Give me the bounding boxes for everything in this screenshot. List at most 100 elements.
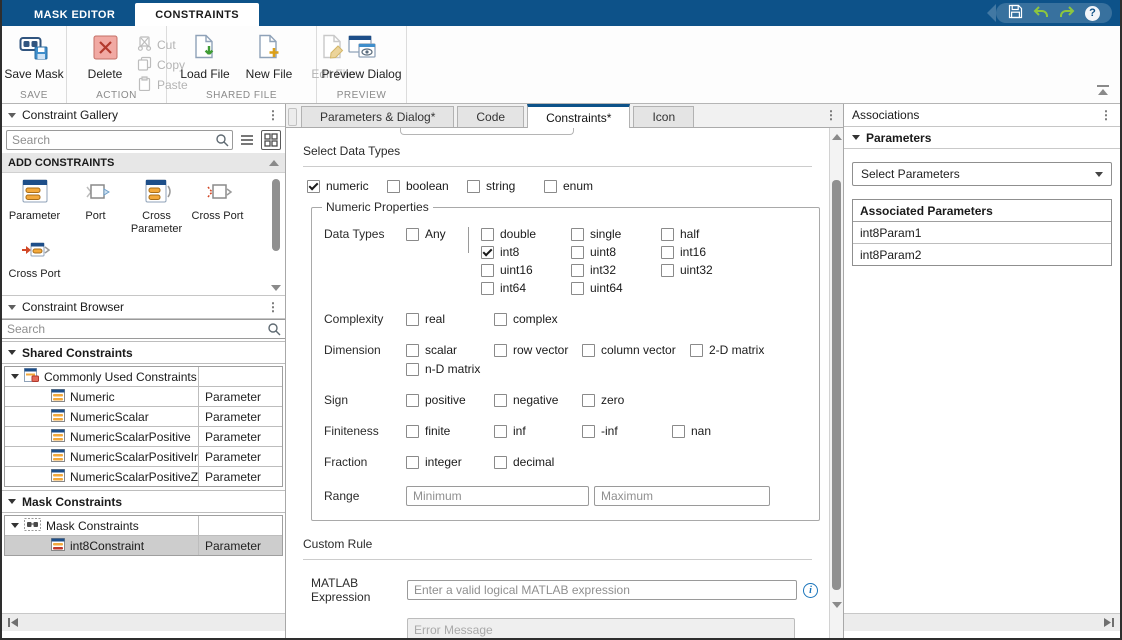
checkbox-row-vector[interactable]: row vector	[494, 343, 582, 357]
parameters-section-header[interactable]: Parameters	[844, 127, 1120, 149]
tree-row-numericscalarpositiveinteger[interactable]: NumericScalarPositiveInteger Parameter	[5, 447, 282, 467]
checkbox-negative[interactable]: negative	[494, 393, 582, 407]
matlab-expression-input[interactable]	[407, 580, 797, 600]
new-file-button[interactable]: New File	[237, 30, 301, 85]
checkbox-uint16[interactable]: uint16	[481, 263, 571, 277]
tab-icon[interactable]: Icon	[633, 106, 694, 127]
tab-constraints-editor[interactable]: Constraints*	[527, 104, 630, 128]
checkbox-any[interactable]: Any	[406, 227, 468, 241]
editor-scrollbar[interactable]	[829, 128, 843, 638]
save-icon[interactable]	[1008, 4, 1023, 22]
scroll-down-icon[interactable]	[832, 602, 842, 608]
expander-icon[interactable]	[11, 523, 19, 528]
checkbox-label: half	[680, 227, 699, 241]
checkbox-single[interactable]: single	[571, 227, 661, 241]
checkbox-double[interactable]: double	[481, 227, 571, 241]
minimum-input[interactable]	[406, 486, 589, 506]
collapse-icon[interactable]	[8, 113, 16, 118]
scroll-up-icon[interactable]	[269, 160, 279, 166]
checkbox-enum[interactable]: enum	[544, 179, 593, 193]
kebab-menu-icon[interactable]: ⋮	[267, 109, 279, 121]
expander-icon[interactable]	[11, 374, 19, 379]
checkbox-int8[interactable]: int8	[481, 245, 571, 259]
collapse-ribbon-icon[interactable]	[1096, 84, 1110, 99]
checkbox-uint8[interactable]: uint8	[571, 245, 661, 259]
checkbox-uint64[interactable]: uint64	[571, 281, 661, 295]
checkbox-column-vector[interactable]: column vector	[582, 343, 690, 357]
tree-root-row[interactable]: Commonly Used Constraints (R...	[5, 367, 282, 387]
redo-icon[interactable]	[1059, 5, 1075, 22]
drag-grip-icon[interactable]	[288, 108, 297, 126]
undo-icon[interactable]	[1033, 5, 1049, 22]
tree-row-numericscalarpositive[interactable]: NumericScalarPositive Parameter	[5, 427, 282, 447]
tab-mask-editor[interactable]: MASK EDITOR	[14, 4, 135, 26]
grid-view-button[interactable]	[261, 130, 281, 150]
gallery-item-parameter[interactable]: Parameter	[4, 177, 65, 235]
tree-row-numeric[interactable]: Numeric Parameter	[5, 387, 282, 407]
checkbox-integer[interactable]: integer	[406, 455, 494, 469]
checkbox-boolean[interactable]: boolean	[387, 179, 467, 193]
error-message-textarea[interactable]	[407, 618, 795, 638]
checkbox-uint32[interactable]: uint32	[661, 263, 751, 277]
preview-dialog-button[interactable]: Preview Dialog	[323, 30, 400, 85]
info-icon[interactable]: i	[803, 583, 818, 598]
checkbox-int16[interactable]: int16	[661, 245, 751, 259]
scroll-down-icon[interactable]	[271, 285, 281, 291]
checkbox-positive[interactable]: positive	[406, 393, 494, 407]
scroll-start-icon[interactable]	[7, 617, 19, 628]
right-panel-hscrollbar[interactable]	[844, 613, 1120, 631]
checkbox-finite[interactable]: finite	[406, 424, 494, 438]
port-icon	[81, 179, 111, 208]
scroll-end-icon[interactable]	[1103, 617, 1115, 628]
checkbox-2d-matrix[interactable]: 2-D matrix	[690, 343, 764, 357]
maximum-input[interactable]	[594, 486, 770, 506]
tree-row-numericscalar[interactable]: NumericScalar Parameter	[5, 407, 282, 427]
checkbox-real[interactable]: real	[406, 312, 494, 326]
tree-root-row[interactable]: Mask Constraints	[5, 516, 282, 536]
table-row[interactable]: int8Param2	[853, 244, 1111, 265]
tab-code[interactable]: Code	[457, 106, 524, 127]
gallery-item-cross-parameter[interactable]: Cross Parameter	[126, 177, 187, 235]
delete-button[interactable]: Delete	[73, 30, 137, 85]
checkbox-complex[interactable]: complex	[494, 312, 582, 326]
shared-constraints-header[interactable]: Shared Constraints	[2, 341, 285, 364]
gallery-search-input[interactable]	[6, 130, 233, 150]
tab-constraints[interactable]: CONSTRAINTS	[135, 3, 259, 26]
checkbox-string[interactable]: string	[467, 179, 544, 193]
gallery-item-cross-port-2[interactable]: Cross Port	[4, 235, 65, 281]
gallery-item-cross-port[interactable]: Cross Port	[187, 177, 248, 235]
gallery-item-port[interactable]: Port	[65, 177, 126, 235]
checkbox-int32[interactable]: int32	[571, 263, 661, 277]
select-parameters-dropdown[interactable]: Select Parameters	[852, 162, 1112, 186]
checkbox-scalar[interactable]: scalar	[406, 343, 494, 357]
checkbox-neg-inf[interactable]: -inf	[582, 424, 672, 438]
chevron-left-icon[interactable]	[987, 4, 996, 22]
checkbox-numeric[interactable]: numeric	[307, 179, 387, 193]
tree-row-int8constraint[interactable]: int8Constraint Parameter	[5, 536, 282, 555]
browser-search-input[interactable]	[2, 319, 285, 339]
checkbox-inf[interactable]: inf	[494, 424, 582, 438]
checkbox-half[interactable]: half	[661, 227, 751, 241]
mask-constraints-header[interactable]: Mask Constraints	[2, 490, 285, 513]
kebab-menu-icon[interactable]: ⋮	[1100, 109, 1112, 121]
checkbox-label: zero	[601, 393, 624, 407]
collapse-icon[interactable]	[8, 305, 16, 310]
checkbox-nd-matrix[interactable]: n-D matrix	[406, 362, 764, 376]
save-mask-button[interactable]: Save Mask	[2, 30, 66, 85]
checkbox-box	[661, 246, 674, 259]
tab-parameters-dialog[interactable]: Parameters & Dialog*	[301, 106, 454, 127]
help-icon[interactable]: ?	[1085, 6, 1100, 21]
list-view-button[interactable]	[237, 130, 257, 150]
kebab-menu-icon[interactable]: ⋮	[825, 109, 837, 121]
checkbox-zero[interactable]: zero	[582, 393, 670, 407]
kebab-menu-icon[interactable]: ⋮	[267, 301, 279, 313]
checkbox-int64[interactable]: int64	[481, 281, 571, 295]
scroll-up-icon[interactable]	[832, 134, 842, 140]
load-file-button[interactable]: Load File	[173, 30, 237, 85]
checkbox-decimal[interactable]: decimal	[494, 455, 582, 469]
checkbox-nan[interactable]: nan	[672, 424, 760, 438]
left-panel-hscrollbar[interactable]	[2, 613, 285, 631]
table-row[interactable]: int8Param1	[853, 222, 1111, 244]
gallery-scrollbar[interactable]	[269, 173, 283, 295]
tree-row-numericscalarpositivezero[interactable]: NumericScalarPositiveZero Parameter	[5, 467, 282, 486]
